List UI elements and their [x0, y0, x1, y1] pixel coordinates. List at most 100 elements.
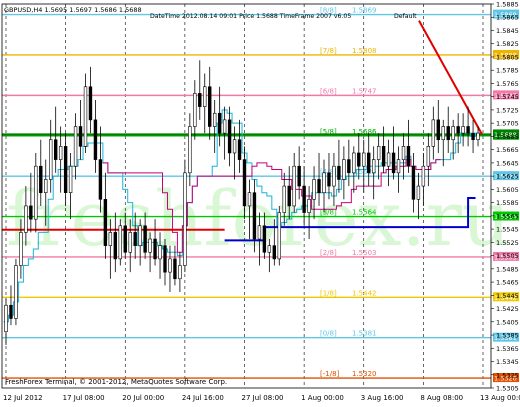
candle-up	[34, 165, 38, 220]
candle-down	[103, 199, 108, 246]
candle-down	[173, 258, 177, 280]
candle-down	[367, 152, 371, 174]
candle-up	[431, 119, 436, 147]
level-label: [1/8]	[320, 289, 337, 297]
x-tick-label: 1 Aug 00:00	[301, 394, 344, 402]
candle-down	[456, 126, 460, 134]
candle-down	[39, 165, 43, 193]
x-tick-label: 3 Aug 16:00	[361, 394, 404, 402]
candle-up	[108, 232, 113, 246]
candle-up	[396, 159, 401, 174]
candle-up	[421, 165, 426, 187]
y-tick-label: 1.5525	[496, 239, 519, 247]
candle-down	[143, 225, 147, 253]
level-value: 1.5747	[352, 87, 377, 95]
candle-up	[24, 205, 28, 233]
candle-down	[381, 146, 386, 167]
x-tick-label: 20 Jul 00:00	[122, 394, 164, 402]
symbol-line: GBPUSD,H4 1.5695 1.5697 1.5686 1.5688	[4, 6, 142, 14]
y-tick-label: 1.5365	[496, 345, 519, 353]
y-tick-label: 1.5605	[496, 186, 519, 194]
level-label: [0/8]	[320, 330, 337, 338]
candle-down	[471, 132, 475, 141]
y-tick-label: 1.5885	[496, 1, 519, 9]
candle-down	[113, 232, 118, 260]
level-value: 1.5381	[352, 330, 377, 338]
candle-up	[68, 165, 73, 193]
candle-up	[312, 179, 316, 200]
candle-up	[441, 126, 445, 141]
candle-up	[401, 146, 406, 160]
candle-down	[217, 112, 222, 134]
candle-up	[416, 185, 421, 200]
candle-up	[4, 304, 8, 333]
candle-up	[267, 245, 272, 253]
y-tick-label: 1.5685	[496, 133, 519, 141]
candle-up	[193, 93, 197, 127]
x-tick-label: 8 Aug 08:00	[420, 394, 463, 402]
y-tick-label: 1.5845	[496, 27, 519, 35]
y-tick-label: 1.5645	[496, 159, 519, 167]
candle-down	[98, 159, 103, 200]
x-tick-label: 17 Jul 08:00	[63, 394, 105, 402]
chart: freshforex.ru [8/8] 1.5869 1.5869 [7/8] 1.58…	[0, 0, 520, 403]
candle-down	[208, 86, 212, 127]
candle-down	[297, 165, 301, 187]
x-tick-label: 12 Jul 2012	[3, 394, 43, 402]
y-tick-label: 1.5805	[496, 53, 519, 61]
candle-down	[123, 225, 127, 253]
x-tick-label: 13 Aug 00:00	[480, 394, 520, 402]
level-value: 1.5320	[352, 370, 377, 378]
y-tick-label: 1.5345	[496, 358, 519, 366]
candle-down	[302, 185, 306, 213]
y-tick-label: 1.5425	[496, 305, 519, 313]
y-tick-label: 1.5405	[496, 318, 519, 326]
candle-up	[212, 112, 217, 127]
candle-up	[307, 199, 311, 213]
level-label: [7/8]	[320, 47, 337, 55]
candle-up	[19, 232, 23, 266]
y-tick-label: 1.5665	[496, 146, 519, 154]
chart-canvas: freshforex.ru [8/8] 1.58691.5869[7/8] 1.58…	[1, 1, 520, 402]
y-tick-label: 1.5485	[496, 265, 519, 273]
candle-down	[198, 93, 202, 107]
y-tick-label: 1.5725	[496, 106, 519, 114]
candle-up	[257, 225, 262, 240]
candle-up	[371, 159, 376, 174]
candle-up	[277, 212, 281, 260]
candle-down	[337, 165, 341, 180]
level-value: 1.5503	[352, 249, 377, 257]
candle-up	[461, 126, 465, 134]
candle-up	[362, 152, 366, 167]
x-tick-label: 24 Jul 16:00	[182, 394, 224, 402]
level-value: 1.5808	[352, 47, 377, 55]
level-value: 1.5564	[352, 209, 377, 217]
candle-up	[222, 119, 227, 134]
y-tick-label: 1.5825	[496, 40, 519, 48]
y-tick-label: 1.5325	[496, 371, 519, 379]
candle-up	[342, 159, 346, 180]
candle-down	[153, 238, 157, 260]
level-label: [2/8]	[320, 249, 337, 257]
candle-down	[237, 139, 242, 160]
candle-down	[411, 165, 416, 200]
candle-up	[426, 146, 431, 167]
y-tick-label: 1.5625	[496, 173, 519, 181]
candle-up	[44, 179, 48, 193]
y-tick-label: 1.5565	[496, 212, 519, 220]
candle-up	[14, 265, 18, 319]
candle-up	[247, 192, 252, 207]
y-tick-label: 1.5305	[496, 385, 519, 393]
candle-down	[406, 146, 411, 167]
candle-up	[188, 126, 192, 174]
candle-up	[49, 139, 53, 180]
candle-up	[376, 146, 381, 160]
candle-down	[317, 179, 321, 193]
level-label: [-1/8]	[320, 370, 340, 378]
candle-down	[53, 139, 58, 160]
candle-down	[272, 245, 277, 260]
candle-down	[9, 304, 13, 319]
y-tick-label: 1.5505	[496, 252, 519, 260]
candle-down	[93, 119, 98, 160]
y-tick-label: 1.5465	[496, 279, 519, 287]
